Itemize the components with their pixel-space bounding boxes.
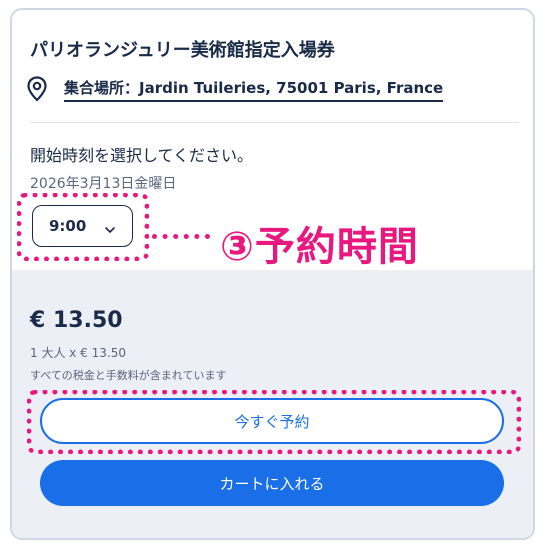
map-pin-icon	[26, 76, 48, 102]
reserve-now-button[interactable]: 今すぐ予約	[40, 398, 504, 444]
divider	[30, 122, 519, 123]
price-panel: € 13.50 1 大人 x € 13.50 すべての税金と手数料が含まれていま…	[12, 270, 533, 538]
tax-note: すべての税金と手数料が含まれています	[30, 369, 227, 382]
product-title: パリオランジュリー美術館指定入場券	[30, 40, 335, 61]
add-to-cart-button[interactable]: カートに入れる	[40, 460, 504, 506]
selected-time: 9:00	[49, 217, 87, 235]
start-time-instruction: 開始時刻を選択してください。	[30, 146, 254, 165]
start-time-select[interactable]: 9:00	[32, 205, 133, 247]
chevron-down-icon	[104, 220, 116, 233]
selected-date: 2026年3月13日金曜日	[30, 176, 177, 192]
annotation-label: ③予約時間	[220, 224, 419, 270]
price-breakdown: 1 大人 x € 13.50	[30, 346, 126, 360]
highlight-connector	[152, 234, 210, 239]
total-price: € 13.50	[30, 308, 123, 333]
meeting-point-link[interactable]: 集合場所：Jardin Tuileries, 75001 Paris, Fran…	[64, 77, 444, 102]
meeting-point: 集合場所：Jardin Tuileries, 75001 Paris, Fran…	[26, 76, 444, 102]
booking-card: パリオランジュリー美術館指定入場券 集合場所：Jardin Tuileries,…	[10, 8, 535, 540]
